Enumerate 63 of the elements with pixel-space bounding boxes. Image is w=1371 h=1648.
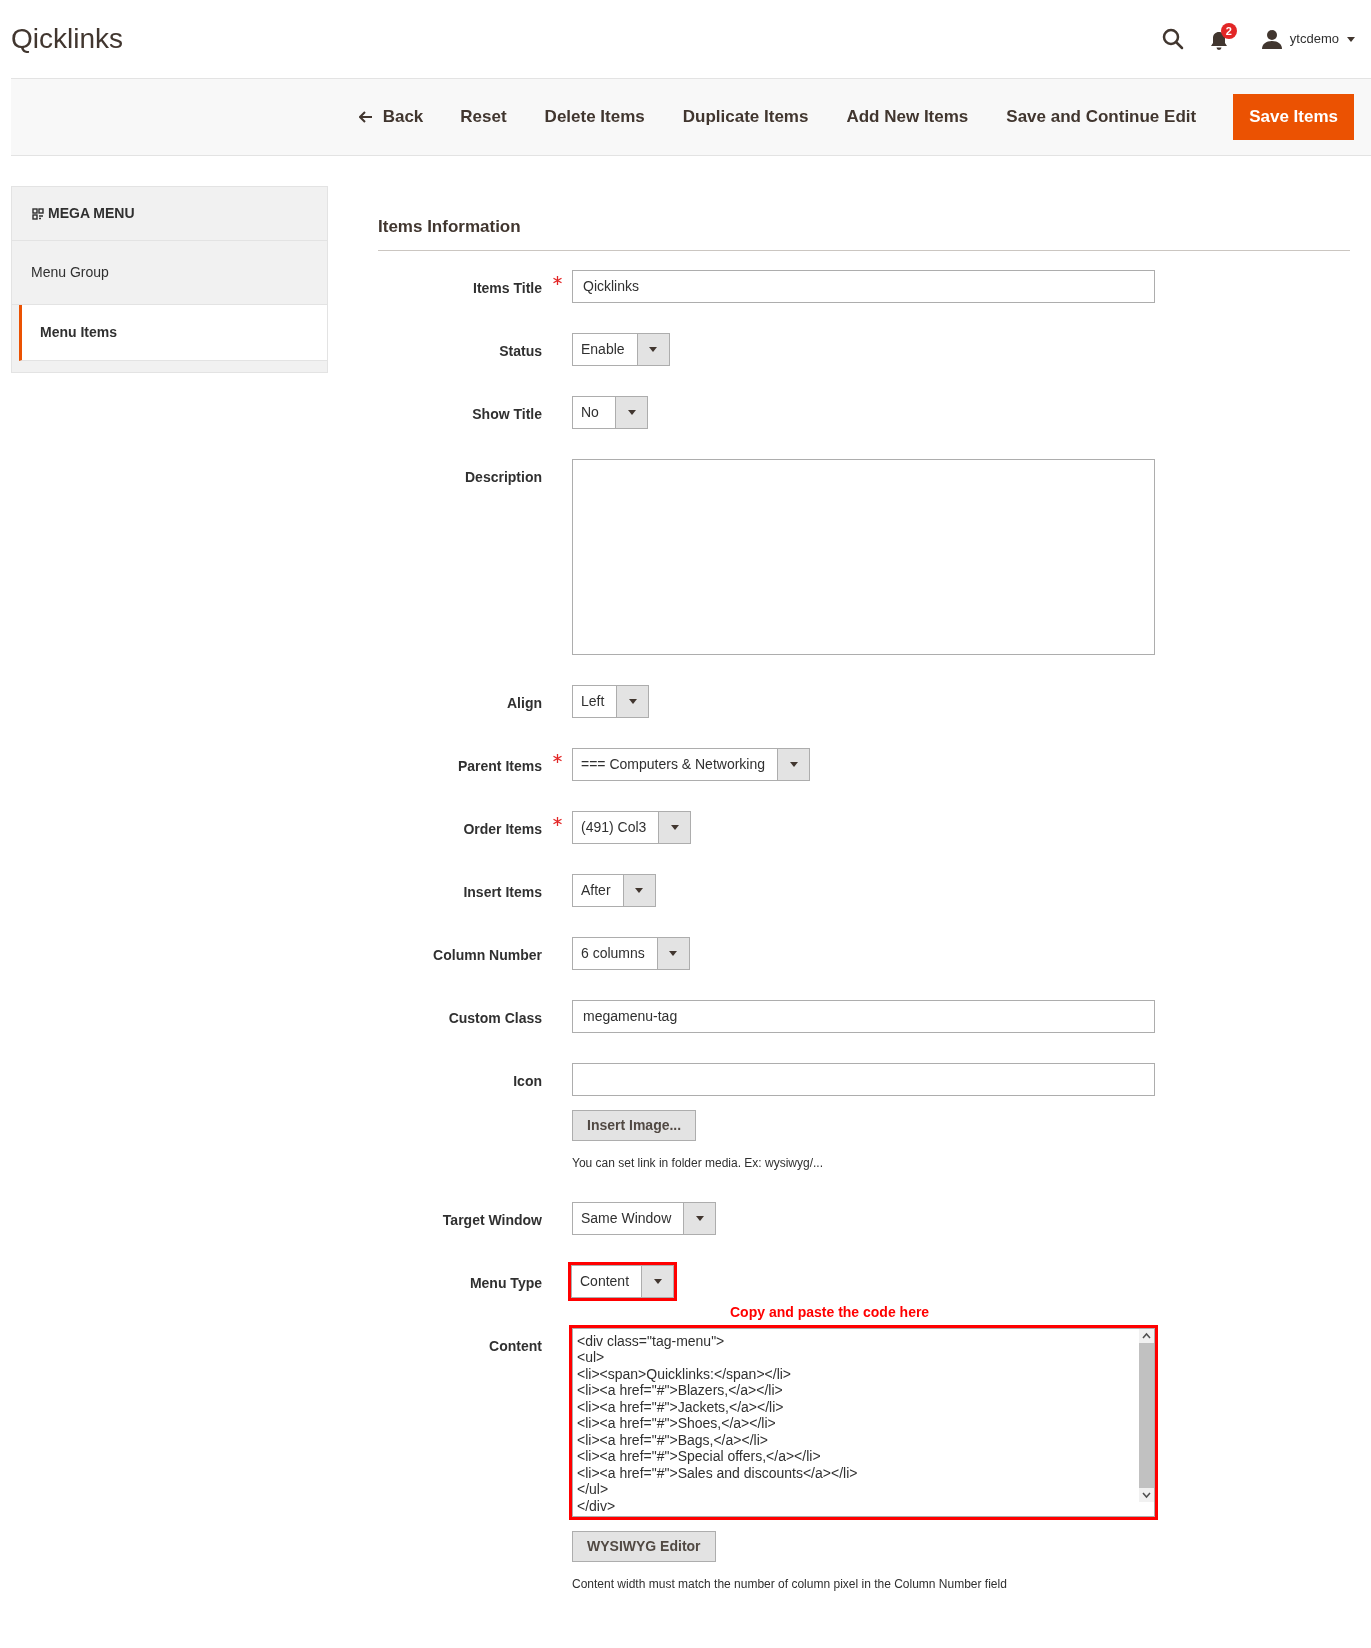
notification-badge: 2 [1220,23,1237,39]
caret-icon [628,698,637,704]
field-label: Show Title [472,404,542,424]
arrow-left-icon [358,111,373,123]
field-label: Target Window [442,1210,542,1230]
field-label: Custom Class [448,1008,542,1028]
bell-icon[interactable] [1209,31,1228,51]
field-label: Parent Items [457,756,542,776]
field-label: Items Title [473,278,542,298]
field-label: Icon [513,1071,542,1091]
select-field[interactable]: No [572,395,648,429]
field-note: Content width must match the number of column pixel in the Column Number field [572,1575,1007,1593]
save-button[interactable]: Save Items [1233,94,1354,140]
annotation-text: Copy and paste the code here [730,1302,930,1322]
back-button[interactable]: Back [344,94,438,140]
caret-icon [635,887,644,893]
caret-icon [627,409,636,415]
select-field[interactable]: After [572,873,656,907]
user-menu[interactable]: ytcdemo [1261,29,1355,49]
user-icon [1261,29,1282,49]
toolbar-button[interactable]: Duplicate Items [667,94,824,140]
select-field[interactable]: Enable [572,332,670,366]
search-icon[interactable] [1161,28,1184,50]
caret-icon [695,1215,704,1221]
grid-icon [32,207,44,220]
sidebar-title: MEGA MENU [48,204,135,223]
toolbar-button[interactable]: Add New Items [831,94,984,140]
toolbar-button[interactable]: Delete Items [529,94,660,140]
field-label: Description [465,467,542,487]
section-title: Items Information [378,217,521,236]
field-label: Insert Items [463,882,542,902]
textarea-field[interactable] [572,458,1155,655]
field-label: Order Items [463,819,542,839]
field-label: Column Number [433,945,542,965]
field-label: Menu Type [469,1273,542,1293]
code-field[interactable]: <div class="tag-menu"> <ul> <li><span>Quicklinks:</span></li> <li><a href="#">Blazers,</a></li> <li><a href="#">Jackets,</a></li> <li><a href="#">Shoes,</a></li> <li><a href="#">Bags,</a></li> <li><a href="#">Special offers,</a></li> <li><a href="#">Sales and discounts</a></li> </ul> </div> [572,1327,1155,1517]
sidebar-item[interactable]: Menu Items [19,305,327,361]
wysiwyg-button[interactable]: WYSIWYG Editor [572,1530,716,1562]
toolbar-button[interactable]: Save and Continue Edit [991,94,1212,140]
input-field[interactable] [572,1062,1155,1096]
field-label: Status [499,341,542,361]
input-field[interactable]: Qicklinks [572,269,1155,303]
field-label: Content [489,1336,542,1356]
user-name: ytcdemo [1289,30,1339,49]
select-field[interactable]: (491) Col3 [572,810,692,844]
input-field[interactable]: megamenu-tag [572,999,1155,1033]
select-field[interactable]: === Computers & Networking [572,747,811,781]
select-field[interactable]: Content [571,1264,675,1298]
select-field[interactable]: 6 columns [572,936,690,970]
caret-icon [1347,36,1355,42]
caret-icon [670,824,679,830]
select-field[interactable]: Left [572,684,650,718]
insert-image-button[interactable]: Insert Image... [572,1109,697,1141]
field-note: You can set link in folder media. Ex: wysiwyg/... [572,1154,823,1172]
scrollbar[interactable] [1139,1328,1154,1502]
caret-icon [669,950,678,956]
toolbar-button[interactable]: Reset [445,94,522,140]
caret-icon [789,761,798,767]
page-title: Qicklinks [11,22,123,56]
select-field[interactable]: Same Window [572,1201,717,1235]
caret-icon [649,346,658,352]
caret-icon [653,1278,662,1284]
field-label: Align [507,693,542,713]
